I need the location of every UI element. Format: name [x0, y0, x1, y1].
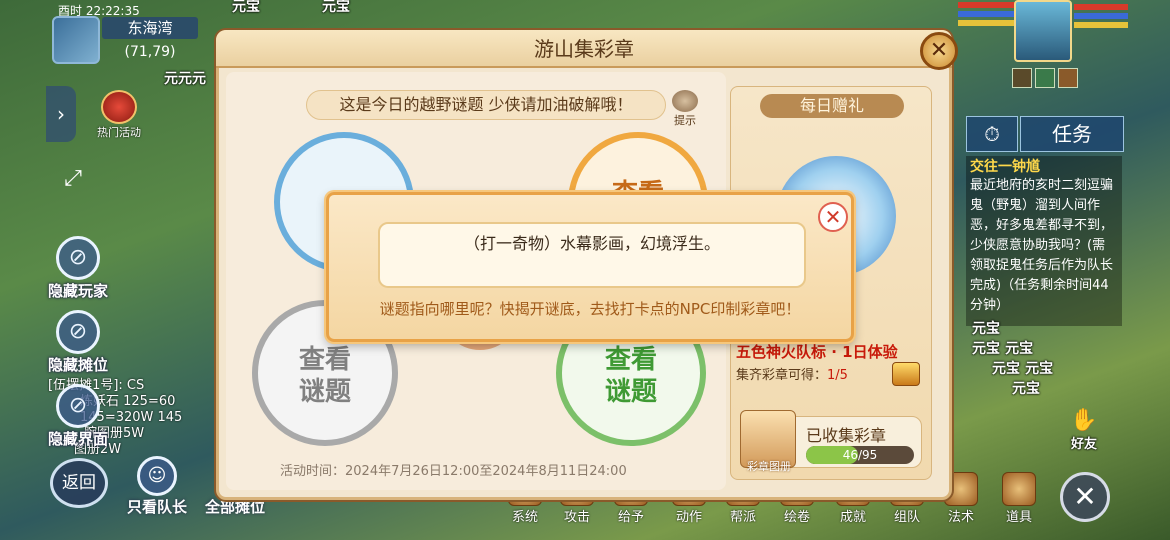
- friends-button[interactable]: ✋ 好友: [1060, 408, 1108, 452]
- riddle-hint: 谜题指向哪里呢？快揭开谜底，去找打卡点的NPC印制彩章吧！: [379, 300, 801, 318]
- hide-players-button[interactable]: ⊘ 隐藏玩家: [40, 236, 116, 301]
- buff-icon[interactable]: [1035, 68, 1055, 88]
- panel-close-button[interactable]: ✕: [920, 32, 958, 70]
- hint-icon: [672, 90, 698, 112]
- task-description: 最近地府的亥时二刻逗骗鬼（野鬼）溜到人间作恶，好多鬼差都寻不到，少侠愿意协助我吗…: [970, 178, 1114, 313]
- top-gold-1: 元宝: [232, 0, 260, 15]
- panel-title: 游山集彩章: [534, 37, 634, 61]
- eye-hidden-icon: ⊘: [56, 384, 100, 428]
- hot-activity-label: 热门活动: [97, 126, 141, 139]
- riddle-text: （打一奇物）水幕影画，幻境浮生。: [463, 234, 720, 253]
- activity-time: 活动时间：2024年7月26日12:00至2024年8月11日24:00: [280, 464, 627, 479]
- player-avatar[interactable]: [1014, 0, 1072, 62]
- reward-chest-icon[interactable]: [892, 362, 920, 386]
- leader-icon: ☺: [137, 456, 177, 496]
- player-status-bars: [958, 2, 1016, 38]
- top-gold-2: 元宝: [322, 0, 350, 15]
- leader-only-button[interactable]: ☺ 只看队长: [112, 456, 202, 517]
- riddle-banner: 这是今日的越野谜题 少侠请加油破解哦！: [306, 90, 666, 120]
- task-title[interactable]: 交往一钟馗: [970, 158, 1118, 176]
- leader-only-label: 只看队长: [126, 498, 187, 516]
- handshake-icon: ✋: [1070, 408, 1098, 433]
- hide-interface-label: 隐藏界面: [47, 430, 108, 448]
- minimap-thumbnail[interactable]: [52, 16, 100, 64]
- stall-hidden-icon: ⊘: [56, 310, 100, 354]
- hide-stalls-label: 隐藏摊位: [47, 356, 108, 374]
- buff-icons[interactable]: [1012, 68, 1092, 88]
- chest-icon: [1002, 472, 1036, 506]
- buff-icon[interactable]: [1012, 68, 1032, 88]
- popup-close-button[interactable]: ✕: [818, 202, 848, 232]
- hot-activity-button[interactable]: 热门活动: [88, 90, 150, 144]
- reward-condition: 集齐彩章可得：1/5: [736, 368, 848, 383]
- friends-label: 好友: [1070, 437, 1097, 452]
- hint-label: 提示: [674, 114, 696, 127]
- gold-drop-labels: 元宝 元宝 元宝 元宝 元宝 元宝: [972, 321, 1054, 397]
- hide-interface-button[interactable]: ⊘ 隐藏界面: [40, 384, 116, 449]
- hide-players-label: 隐藏玩家: [47, 282, 108, 300]
- expand-left-tab[interactable]: ›: [46, 86, 76, 142]
- prohibit-icon: ⊘: [56, 236, 100, 280]
- game-time: 酉时 22:22:35: [58, 4, 140, 18]
- items-button[interactable]: 道具: [994, 472, 1044, 525]
- hint-button[interactable]: 提示: [666, 90, 704, 127]
- buff-icon[interactable]: [1058, 68, 1078, 88]
- collected-progress-bar: 46/95: [806, 446, 914, 464]
- collected-progress-text: 46/95: [842, 448, 878, 462]
- pet-status-bars: [1074, 4, 1128, 40]
- stamp-album-label: 彩章图册: [747, 460, 791, 473]
- collected-stamps-label: 已收集彩章: [806, 426, 887, 445]
- reward-name: 五色神火队标 · 1日体验: [736, 343, 898, 361]
- daily-gift-title: 每日赠礼: [760, 94, 904, 118]
- lantern-icon: [101, 90, 137, 124]
- back-button[interactable]: 返回: [50, 458, 108, 508]
- timer-button[interactable]: ⏱: [966, 116, 1018, 152]
- hud-close-icon[interactable]: ✕: [1060, 472, 1110, 522]
- task-tab[interactable]: 任务: [1020, 116, 1124, 152]
- hide-stalls-button[interactable]: ⊘ 隐藏摊位: [40, 310, 116, 375]
- map-coordinates: (71,79): [124, 44, 176, 60]
- expand-arrows-icon[interactable]: ⤢: [56, 162, 90, 196]
- map-name[interactable]: 东海湾: [102, 17, 198, 39]
- map-side-gold: 元元元: [164, 71, 206, 87]
- task-panel[interactable]: 交往一钟馗 最近地府的亥时二刻逗骗鬼（野鬼）溜到人间作恶，好多鬼差都寻不到，少侠…: [966, 156, 1122, 326]
